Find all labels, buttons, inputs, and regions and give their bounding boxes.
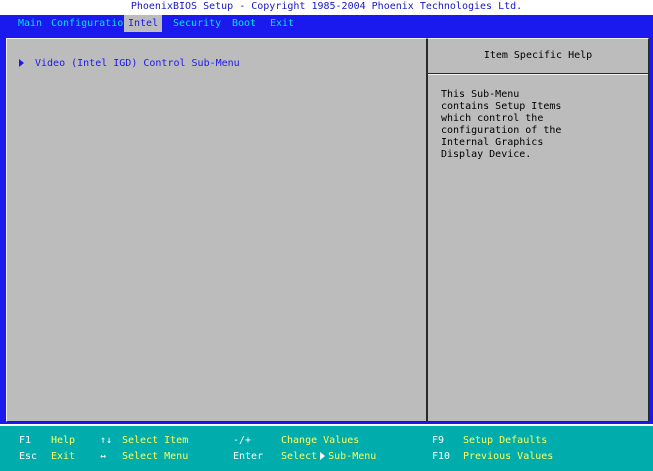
- help-panel: Item Specific Help This Sub-Menu contain…: [427, 38, 649, 422]
- select-submenu-desc-b: Sub-Menu: [328, 451, 377, 462]
- submenu-item-video-control[interactable]: Video (Intel IGD) Control Sub-Menu: [19, 57, 240, 71]
- previous-values-desc: Previous Values: [463, 451, 554, 462]
- triangle-right-icon: [320, 452, 326, 460]
- menu-bar: Main Configuration Intel Security Boot E…: [0, 15, 653, 32]
- help-line: configuration of the: [441, 125, 562, 136]
- triangle-right-icon: [19, 59, 24, 67]
- select-menu-desc: Select Menu: [122, 451, 189, 462]
- help-text: This Sub-Menu contains Setup Items which…: [441, 89, 636, 161]
- help-line: Display Device.: [441, 149, 532, 160]
- submenu-item-label: Video (Intel IGD) Control Sub-Menu: [35, 58, 240, 69]
- key-f1: F1: [19, 435, 32, 446]
- menu-tab-intel[interactable]: Intel: [124, 15, 163, 32]
- change-values-desc: Change Values: [281, 435, 360, 446]
- key-esc-desc: Exit: [51, 451, 76, 462]
- setup-defaults-desc: Setup Defaults: [463, 435, 548, 446]
- left-right-arrows-icon: ↔: [100, 451, 107, 462]
- key-legend: F1 Help ↑↓ Select Item -/+ Change Values…: [0, 426, 653, 471]
- key-enter: Enter: [233, 451, 264, 462]
- menu-tab-boot[interactable]: Boot: [228, 15, 260, 32]
- window-title: PhoenixBIOS Setup - Copyright 1985-2004 …: [0, 0, 653, 14]
- help-line: Internal Graphics: [441, 137, 544, 148]
- up-down-arrows-icon: ↑↓: [100, 435, 113, 446]
- select-submenu-desc: Select Sub-Menu: [281, 450, 376, 464]
- help-line: which control the: [441, 113, 544, 124]
- key-f10: F10: [432, 451, 451, 462]
- help-line: contains Setup Items: [441, 101, 562, 112]
- menu-tab-main[interactable]: Main: [14, 15, 46, 32]
- settings-panel: Video (Intel IGD) Control Sub-Menu: [6, 38, 427, 422]
- key-esc: Esc: [19, 451, 38, 462]
- help-divider: [428, 74, 648, 75]
- menu-tab-configuration[interactable]: Configuration: [47, 15, 133, 32]
- help-title: Item Specific Help: [428, 39, 648, 74]
- key-f9: F9: [432, 435, 445, 446]
- menu-tab-exit[interactable]: Exit: [266, 15, 298, 32]
- select-submenu-desc-a: Select: [281, 451, 318, 462]
- key-f1-desc: Help: [51, 435, 76, 446]
- help-line: This Sub-Menu: [441, 89, 520, 100]
- menu-tab-security[interactable]: Security: [169, 15, 225, 32]
- key-plus-minus: -/+: [233, 435, 252, 446]
- select-item-desc: Select Item: [122, 435, 189, 446]
